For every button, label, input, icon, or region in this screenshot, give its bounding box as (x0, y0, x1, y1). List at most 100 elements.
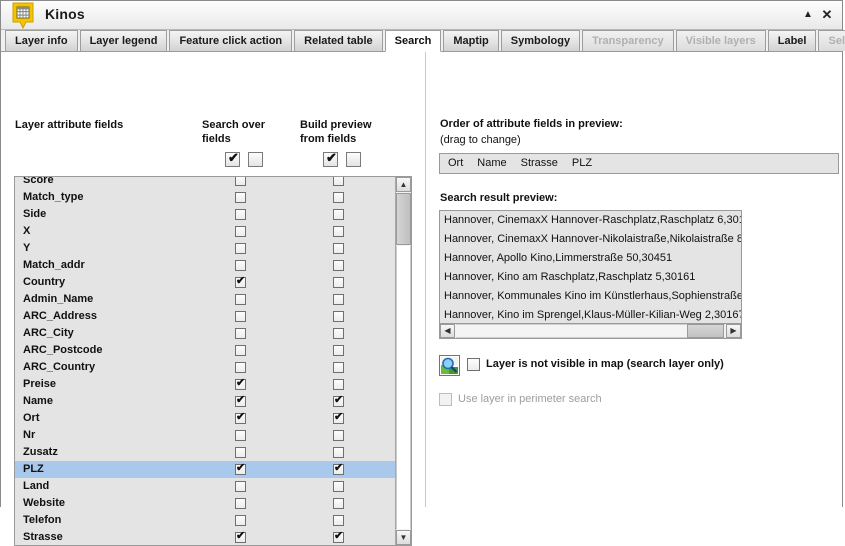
build-preview-field-checkbox[interactable]: ✔ (333, 394, 344, 407)
order-item[interactable]: Name (471, 154, 512, 173)
build-preview-field-checkbox[interactable] (333, 515, 344, 526)
build-preview-field-checkbox[interactable] (333, 260, 344, 271)
build-preview-field-checkbox[interactable] (333, 328, 344, 339)
table-row[interactable]: Admin_Name (15, 291, 396, 308)
search-over-field-checkbox[interactable] (235, 362, 246, 373)
table-row[interactable]: Zusatz (15, 444, 396, 461)
build-preview-field-checkbox[interactable]: ✔ (333, 411, 344, 424)
table-row[interactable]: Score (15, 177, 396, 189)
search-over-field-checkbox[interactable] (235, 481, 246, 492)
build-preview-field-checkbox[interactable] (333, 177, 344, 186)
search-over-field-checkbox[interactable] (235, 430, 246, 441)
search-over-field-checkbox[interactable]: ✔ (235, 394, 246, 407)
tab-feature-click-action[interactable]: Feature click action (169, 30, 293, 51)
scroll-up-icon[interactable]: ▲ (396, 177, 411, 192)
list-item[interactable]: Hannover, Kommunales Kino im Künstlerhau… (440, 287, 741, 306)
build-preview-field-checkbox[interactable]: ✔ (333, 462, 344, 475)
search-over-field-checkbox[interactable] (235, 311, 246, 322)
list-item[interactable]: Hannover, Kino im Sprengel,Klaus-Müller-… (440, 306, 741, 323)
build-preview-field-checkbox[interactable] (333, 379, 344, 390)
build-preview-field-checkbox[interactable] (333, 430, 344, 441)
table-row[interactable]: Ort ✔ ✔ (15, 410, 396, 427)
build-preview-field-checkbox[interactable] (333, 209, 344, 220)
scroll-left-icon[interactable]: ◀ (440, 324, 455, 338)
collapse-icon[interactable]: ▲ (801, 8, 815, 22)
search-over-field-checkbox[interactable] (235, 498, 246, 509)
hscrollbar-thumb[interactable] (687, 324, 724, 338)
table-row[interactable]: Name ✔ ✔ (15, 393, 396, 410)
table-row[interactable]: ARC_Address (15, 308, 396, 325)
build-preview-field-checkbox[interactable]: ✔ (333, 530, 344, 543)
build-preview-field-checkbox[interactable] (333, 498, 344, 509)
search-over-field-checkbox[interactable]: ✔ (235, 462, 246, 475)
search-over-field-checkbox[interactable] (235, 209, 246, 220)
hscrollbar-track[interactable] (456, 324, 725, 338)
tab-maptip[interactable]: Maptip (443, 30, 499, 51)
uncheck-all-build-button[interactable] (346, 152, 361, 167)
search-over-field-checkbox[interactable] (235, 345, 246, 356)
field-list-scrollbar[interactable]: ▲ ▼ (395, 177, 411, 545)
search-over-field-checkbox[interactable] (235, 447, 246, 458)
search-over-field-checkbox[interactable] (235, 177, 246, 186)
table-row[interactable]: Side (15, 206, 396, 223)
table-row[interactable]: Preise ✔ (15, 376, 396, 393)
search-over-field-checkbox[interactable] (235, 243, 246, 254)
search-over-field-checkbox[interactable] (235, 260, 246, 271)
table-row[interactable]: Land (15, 478, 396, 495)
build-preview-field-checkbox[interactable] (333, 447, 344, 458)
build-preview-field-checkbox[interactable] (333, 481, 344, 492)
scroll-down-icon[interactable]: ▼ (396, 530, 411, 545)
build-preview-field-checkbox[interactable] (333, 192, 344, 203)
list-item[interactable]: Hannover, CinemaxX Hannover-Raschplatz,R… (440, 211, 741, 230)
search-over-field-checkbox[interactable] (235, 294, 246, 305)
table-row[interactable]: PLZ ✔ ✔ (15, 461, 396, 478)
search-result-preview-list[interactable]: Hannover, CinemaxX Hannover-Raschplatz,R… (439, 210, 742, 324)
scrollbar-thumb[interactable] (396, 193, 411, 245)
list-item[interactable]: Hannover, Apollo Kino,Limmerstraße 50,30… (440, 249, 741, 268)
table-row[interactable]: Telefon (15, 512, 396, 529)
tab-label[interactable]: Label (767, 30, 817, 51)
tab-related-table[interactable]: Related table (294, 30, 383, 51)
attribute-field-list[interactable]: Score Match_type Side X Y Match_addr Country ✔ A… (14, 176, 412, 546)
tab-layer-legend[interactable]: Layer legend (79, 30, 168, 51)
build-preview-field-checkbox[interactable] (333, 345, 344, 356)
table-row[interactable]: Match_addr (15, 257, 396, 274)
search-over-field-checkbox[interactable]: ✔ (235, 377, 246, 390)
preview-horizontal-scrollbar[interactable]: ◀ ▶ (439, 323, 742, 339)
table-row[interactable]: Strasse ✔ ✔ (15, 529, 396, 545)
tab-layer-info[interactable]: Layer info (5, 30, 78, 51)
table-row[interactable]: Country ✔ (15, 274, 396, 291)
table-row[interactable]: ARC_Country (15, 359, 396, 376)
build-preview-field-checkbox[interactable] (333, 277, 344, 288)
order-field-list[interactable]: Ort Name Strasse PLZ (439, 153, 839, 174)
search-over-field-checkbox[interactable] (235, 226, 246, 237)
table-row[interactable]: Match_type (15, 189, 396, 206)
table-row[interactable]: ARC_City (15, 325, 396, 342)
search-over-field-checkbox[interactable] (235, 515, 246, 526)
build-preview-field-checkbox[interactable] (333, 294, 344, 305)
list-item[interactable]: Hannover, CinemaxX Hannover-Nikolaistraß… (440, 230, 741, 249)
close-icon[interactable]: ✕ (820, 8, 834, 22)
scrollbar-track[interactable] (396, 246, 411, 529)
search-over-field-checkbox[interactable] (235, 328, 246, 339)
tab-symbology[interactable]: Symbology (500, 30, 581, 51)
search-over-field-checkbox[interactable]: ✔ (235, 530, 246, 543)
magnifier-layer-icon[interactable] (439, 355, 460, 376)
table-row[interactable]: ARC_Postcode (15, 342, 396, 359)
uncheck-all-search-button[interactable] (248, 152, 263, 167)
layer-not-visible-checkbox[interactable] (467, 358, 480, 371)
build-preview-field-checkbox[interactable] (333, 311, 344, 322)
table-row[interactable]: Y (15, 240, 396, 257)
search-over-field-checkbox[interactable]: ✔ (235, 411, 246, 424)
order-item[interactable]: Ort (442, 154, 469, 173)
search-over-field-checkbox[interactable]: ✔ (235, 275, 246, 288)
table-row[interactable]: Nr (15, 427, 396, 444)
table-row[interactable]: X (15, 223, 396, 240)
check-all-search-button[interactable]: ✔ (225, 150, 240, 167)
list-item[interactable]: Hannover, Kino am Raschplatz,Raschplatz … (440, 268, 741, 287)
order-item[interactable]: Strasse (515, 154, 564, 173)
check-all-build-button[interactable]: ✔ (323, 150, 338, 167)
order-item[interactable]: PLZ (566, 154, 598, 173)
build-preview-field-checkbox[interactable] (333, 226, 344, 237)
build-preview-field-checkbox[interactable] (333, 243, 344, 254)
